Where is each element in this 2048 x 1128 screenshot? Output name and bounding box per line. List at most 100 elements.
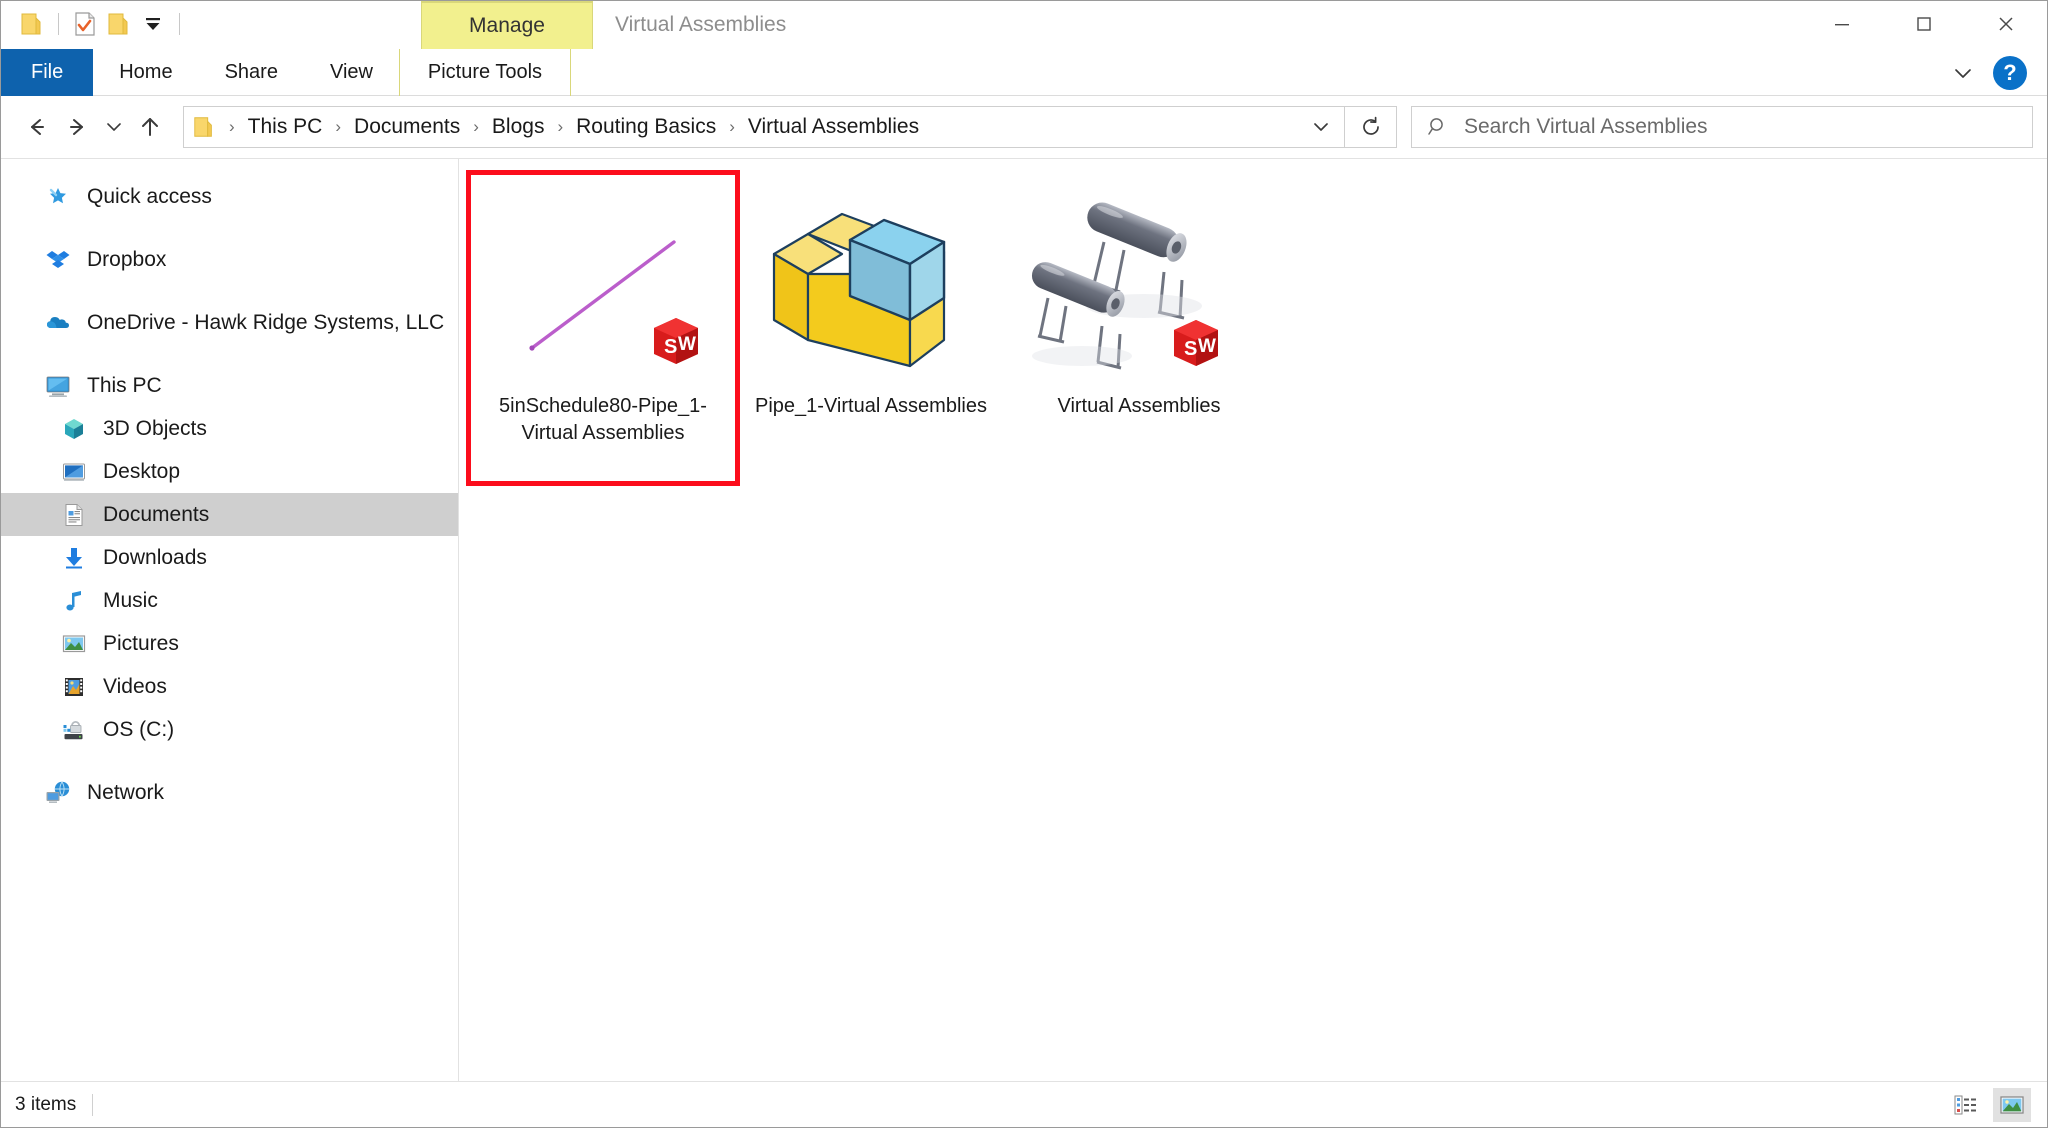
- breadcrumb-item-documents[interactable]: Documents: [346, 111, 468, 143]
- status-bar: 3 items: [1, 1081, 2047, 1127]
- sidebar-item-quick-access[interactable]: Quick access: [1, 175, 458, 218]
- properties-icon[interactable]: [68, 7, 102, 41]
- file-item-label: 5inSchedule80-Pipe_1-Virtual Assemblies: [484, 393, 722, 447]
- contextual-group-title: Manage: [421, 1, 593, 49]
- sidebar-item-onedrive[interactable]: OneDrive - Hawk Ridge Systems, LLC: [1, 301, 458, 344]
- star-pin-icon: [43, 182, 73, 212]
- sidebar-gap: [1, 751, 458, 771]
- dropbox-icon: [43, 245, 73, 275]
- toolbar-separator: [58, 13, 59, 35]
- file-item[interactable]: Pipe_1-Virtual Assemblies: [737, 173, 1005, 483]
- sidebar-item-dropbox[interactable]: Dropbox: [1, 238, 458, 281]
- sidebar-item-label: OS (C:): [103, 718, 174, 742]
- customize-dropdown-icon[interactable]: [136, 7, 170, 41]
- svg-text:W: W: [678, 334, 696, 355]
- svg-text:S: S: [1184, 338, 1197, 360]
- pressure-vessels-assembly-thumbnail: S W: [1023, 179, 1255, 391]
- recent-locations-chevron-icon[interactable]: [99, 106, 129, 148]
- forward-button[interactable]: [57, 106, 99, 148]
- sidebar-item-documents[interactable]: Documents: [1, 493, 458, 536]
- sidebar-item-this-pc[interactable]: This PC: [1, 364, 458, 407]
- address-bar: › This PC › Documents › Blogs › Routing …: [1, 96, 2047, 158]
- file-explorer-window: Manage Virtual Assemblies File H: [0, 0, 2048, 1128]
- search-box[interactable]: [1411, 106, 2033, 148]
- onedrive-cloud-icon: [43, 308, 73, 338]
- navigation-pane: Quick access Dropbox: [1, 159, 459, 1081]
- toolbar-separator-2: [179, 13, 180, 35]
- search-input[interactable]: [1464, 115, 2032, 139]
- solidworks-part-block-icon: [755, 179, 987, 391]
- sidebar-item-label: Desktop: [103, 460, 180, 484]
- file-item-label: Pipe_1-Virtual Assemblies: [752, 393, 990, 420]
- sidebar-item-3d-objects[interactable]: 3D Objects: [1, 407, 458, 450]
- sidebar-item-label: Quick access: [87, 185, 212, 209]
- breadcrumb-item-routing-basics[interactable]: Routing Basics: [568, 111, 724, 143]
- videos-filmstrip-icon: [59, 672, 89, 702]
- tab-picture-tools[interactable]: Picture Tools: [399, 49, 571, 96]
- sidebar-item-label: Documents: [103, 503, 209, 527]
- tab-view[interactable]: View: [304, 49, 399, 96]
- tab-share[interactable]: Share: [199, 49, 304, 96]
- file-item[interactable]: S W 5inSchedule80-Pipe_1-Virtual Assembl…: [469, 173, 737, 483]
- breadcrumb-separator-3: ›: [552, 117, 568, 137]
- large-icons-view-button[interactable]: [1993, 1088, 2031, 1122]
- breadcrumb-separator-2: ›: [468, 117, 484, 137]
- close-button[interactable]: [1965, 1, 2047, 47]
- pictures-icon: [59, 629, 89, 659]
- pipe-route-sketch-thumbnail: S W: [487, 179, 719, 391]
- file-item-label: Virtual Assemblies: [1020, 393, 1258, 420]
- documents-icon: [59, 500, 89, 530]
- sidebar-item-downloads[interactable]: Downloads: [1, 536, 458, 579]
- help-button[interactable]: ?: [1993, 56, 2027, 90]
- svg-text:W: W: [1198, 336, 1216, 357]
- window-controls: [1801, 1, 2047, 47]
- minimize-button[interactable]: [1801, 1, 1883, 47]
- title-bar: Manage Virtual Assemblies: [1, 1, 2047, 49]
- sidebar-item-desktop[interactable]: Desktop: [1, 450, 458, 493]
- item-count-label: 3 items: [15, 1094, 92, 1116]
- up-button[interactable]: [129, 106, 171, 148]
- network-icon: [43, 778, 73, 808]
- sidebar-item-os-c[interactable]: OS (C:): [1, 708, 458, 751]
- sidebar-item-network[interactable]: Network: [1, 771, 458, 814]
- sidebar-item-label: Network: [87, 781, 164, 805]
- expand-ribbon-chevron-icon[interactable]: [1941, 53, 1985, 93]
- sidebar-item-label: Dropbox: [87, 248, 166, 272]
- sidebar-item-pictures[interactable]: Pictures: [1, 622, 458, 665]
- details-view-button[interactable]: [1947, 1088, 1985, 1122]
- back-button[interactable]: [15, 106, 57, 148]
- tab-file[interactable]: File: [1, 49, 93, 96]
- quick-access-toolbar: [1, 1, 189, 47]
- explorer-body: Quick access Dropbox: [1, 158, 2047, 1081]
- maximize-button[interactable]: [1883, 1, 1965, 47]
- sidebar-gap: [1, 344, 458, 364]
- ribbon-tab-strip: File Home Share View Picture Tools ?: [1, 49, 2047, 96]
- desktop-icon: [59, 457, 89, 487]
- refresh-button[interactable]: [1345, 106, 1397, 148]
- breadcrumb-dropdown-chevron-icon[interactable]: [1298, 107, 1344, 147]
- this-pc-monitor-icon: [43, 371, 73, 401]
- file-item[interactable]: S W Virtual Assemblies: [1005, 173, 1273, 483]
- sidebar-item-label: Pictures: [103, 632, 179, 656]
- breadcrumb-folder-icon: [184, 107, 224, 147]
- os-drive-icon: [59, 715, 89, 745]
- file-list-view[interactable]: S W 5inSchedule80-Pipe_1-Virtual Assembl…: [459, 159, 2047, 1081]
- sidebar-gap: [1, 218, 458, 238]
- ribbon-right-controls: ?: [1941, 49, 2041, 96]
- new-folder-icon[interactable]: [102, 7, 136, 41]
- sidebar-item-label: This PC: [87, 374, 162, 398]
- breadcrumb-bar[interactable]: › This PC › Documents › Blogs › Routing …: [183, 106, 1345, 148]
- breadcrumb-item-virtual-assemblies[interactable]: Virtual Assemblies: [740, 111, 927, 143]
- window-title: Virtual Assemblies: [615, 13, 786, 37]
- search-icon: [1412, 107, 1464, 147]
- breadcrumb-item-this-pc[interactable]: This PC: [240, 111, 331, 143]
- status-divider: [92, 1094, 93, 1116]
- sidebar-item-label: Music: [103, 589, 158, 613]
- breadcrumb: › This PC › Documents › Blogs › Routing …: [224, 111, 1298, 143]
- sidebar-item-videos[interactable]: Videos: [1, 665, 458, 708]
- folder-icon[interactable]: [15, 7, 49, 41]
- tab-home[interactable]: Home: [93, 49, 198, 96]
- sidebar-item-label: OneDrive - Hawk Ridge Systems, LLC: [87, 311, 444, 335]
- breadcrumb-item-blogs[interactable]: Blogs: [484, 111, 553, 143]
- sidebar-item-music[interactable]: Music: [1, 579, 458, 622]
